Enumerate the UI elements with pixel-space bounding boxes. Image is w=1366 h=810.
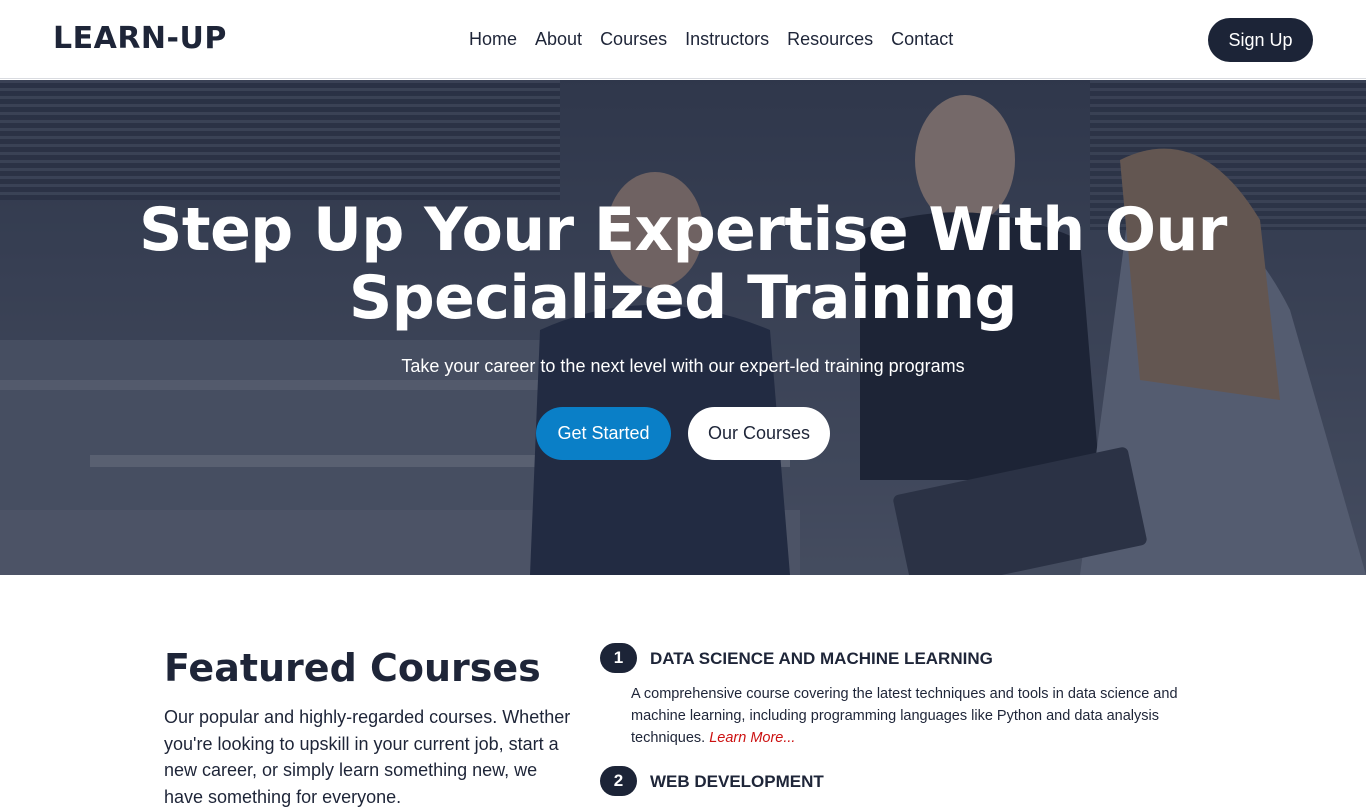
- nav-link-about[interactable]: About: [526, 28, 591, 50]
- course-number-badge: 2: [600, 766, 637, 796]
- sign-up-button[interactable]: Sign Up: [1208, 18, 1313, 62]
- featured-courses-heading: Featured Courses: [164, 646, 541, 690]
- hero-subtitle: Take your career to the next level with …: [401, 356, 965, 376]
- nav-link-contact[interactable]: Contact: [882, 28, 962, 50]
- nav-link-instructors[interactable]: Instructors: [676, 28, 778, 50]
- course-title: WEB DEVELOPMENT: [650, 772, 824, 791]
- nav-link-courses[interactable]: Courses: [591, 28, 676, 50]
- learn-more-link[interactable]: Learn More...: [709, 730, 795, 746]
- get-started-button[interactable]: Get Started: [536, 407, 671, 460]
- hero-title: Step Up Your Expertise With Our Speciali…: [139, 195, 1227, 333]
- site-logo[interactable]: LEARN-UP: [53, 21, 227, 56]
- nav-link-home[interactable]: Home: [460, 28, 526, 50]
- navbar: LEARN-UP Home About Courses Instructors …: [0, 0, 1366, 79]
- our-courses-button[interactable]: Our Courses: [688, 407, 830, 460]
- nav-link-resources[interactable]: Resources: [778, 28, 882, 50]
- course-title: DATA SCIENCE AND MACHINE LEARNING: [650, 649, 993, 668]
- course-description: A comprehensive course covering the late…: [631, 683, 1191, 749]
- course-number-badge: 1: [600, 643, 637, 673]
- hero-section: Step Up Your Expertise With Our Speciali…: [0, 80, 1366, 575]
- main-nav: Home About Courses Instructors Resources…: [460, 28, 962, 50]
- featured-courses-description: Our popular and highly-regarded courses.…: [164, 707, 571, 807]
